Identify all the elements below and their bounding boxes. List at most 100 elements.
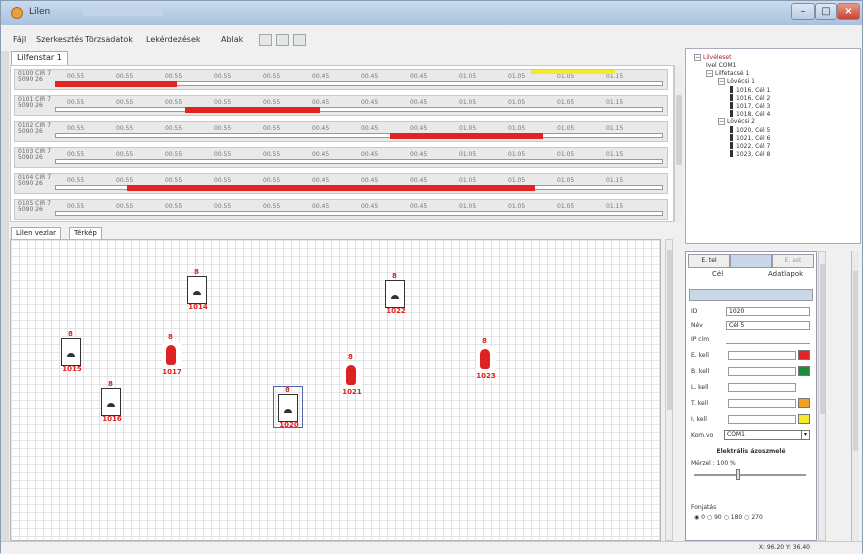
timeline-row[interactable]: 0104 CIR 7 5090 26 00.55 00.55 00.55 00.55 00… [14, 173, 668, 194]
menu-master-data[interactable]: Törzsadatok [85, 35, 133, 44]
marker-indicator-icon: 8 [168, 333, 173, 341]
properties-scrollbar[interactable] [818, 251, 826, 541]
maximize-button[interactable]: □ [815, 3, 837, 20]
subtab-target[interactable]: Cél [712, 270, 723, 278]
slider-knob[interactable] [736, 469, 740, 480]
tree-node[interactable]: − Lilfetacsé 1 [706, 70, 749, 77]
timeline-event-bar[interactable] [390, 133, 543, 139]
menu-file[interactable]: Fájl [13, 35, 26, 44]
timeline-tick-label: 00.55 [214, 73, 232, 80]
scroll-thumb[interactable] [820, 264, 825, 414]
t-kell-field[interactable] [728, 399, 796, 408]
name-field[interactable]: Cél 5 [726, 321, 810, 330]
color-swatch-red[interactable] [798, 350, 810, 360]
color-swatch-green[interactable] [798, 366, 810, 376]
tab-e-tel[interactable]: E. tel [688, 254, 730, 268]
target-marker[interactable]: 8 1014 [187, 268, 208, 311]
tree-node[interactable]: 1022, Cél 7 [730, 142, 770, 150]
target-marker[interactable]: 8 1017 [162, 333, 182, 376]
expand-toggle-icon[interactable]: − [706, 70, 713, 77]
target-marker[interactable]: 8 1016 [101, 380, 122, 423]
timeline-tick-label: 00.55 [116, 203, 134, 210]
i-kell-field[interactable] [728, 415, 796, 424]
e-kell-field[interactable] [728, 351, 796, 360]
tree-node[interactable]: − Lövécsi 2 [718, 118, 755, 125]
port-select[interactable]: COM1 ▾ [724, 430, 810, 440]
lying-target-icon [193, 291, 201, 295]
timeline-tick-label: 00.55 [214, 99, 232, 106]
timeline-tick-label: 01.15 [606, 203, 624, 210]
ip-field[interactable] [726, 335, 810, 344]
map-scrollbar[interactable] [665, 239, 673, 541]
timeline-row[interactable]: 0105 CIR 7 5090 26 00.55 00.55 00.55 00.55 00… [14, 199, 668, 220]
scroll-thumb[interactable] [676, 95, 682, 165]
expand-toggle-icon[interactable]: − [718, 118, 725, 125]
tree-node[interactable]: 1017, Cél 3 [730, 102, 770, 110]
toolbar-icon-1[interactable] [259, 34, 272, 46]
timeline-scrollbar[interactable] [674, 65, 682, 222]
tree-node[interactable]: − Lövécsi 1 [718, 78, 755, 85]
timeline-tick-label: 00.55 [165, 125, 183, 132]
left-edge-panel [1, 51, 9, 541]
tree-node[interactable]: 1016, Cél 2 [730, 94, 770, 102]
color-swatch-orange[interactable] [798, 398, 810, 408]
tree-node[interactable]: 1020, Cél 5 [730, 126, 770, 134]
label-i-kell: I. kell [691, 416, 707, 423]
timeline-row[interactable]: 0102 CIR 7 5090 26 00.55 00.55 00.55 00.55 00… [14, 121, 668, 142]
tab-list[interactable]: Lilen vezlar [11, 227, 61, 239]
timeline-row[interactable]: 0103 CIR 7 5090 26 00.55 00.55 00.55 00.55 00… [14, 147, 668, 168]
radio-270[interactable]: ○ 270 [744, 514, 763, 521]
tab-map[interactable]: Térkép [69, 227, 102, 239]
timeline-tick-label: 00.45 [410, 203, 428, 210]
id-field[interactable]: 1020 [726, 307, 810, 316]
menu-edit[interactable]: Szerkesztés [36, 35, 83, 44]
tree-node[interactable]: 1016, Cél 1 [730, 86, 770, 94]
target-pin-icon [730, 126, 733, 133]
label-name: Név [691, 322, 703, 329]
color-swatch-yellow[interactable] [798, 414, 810, 424]
timeline-event-bar[interactable] [55, 81, 177, 87]
timeline-tick-label: 01.05 [508, 99, 526, 106]
target-marker[interactable]: 8 1023 [476, 337, 496, 380]
timeline-tick-label: 00.55 [165, 73, 183, 80]
minimize-button[interactable]: – [791, 3, 815, 20]
target-marker[interactable]: 8 1015 [61, 330, 82, 373]
timeline-tick-label: 00.55 [67, 177, 85, 184]
timeline-row[interactable]: 0101 CIR 7 5090 26 00.55 00.55 00.55 00.55 00… [14, 95, 668, 116]
map-canvas[interactable]: 8 1014 8 1022 8 1015 8 1017 8 1021 8 1023 8 1016 8 1020 [10, 239, 661, 541]
radio-90[interactable]: ○ 90 [707, 514, 722, 521]
tab-timeline[interactable]: Lilfenstar 1 [11, 51, 68, 65]
scroll-thumb[interactable] [853, 271, 858, 451]
l-kell-field[interactable] [728, 383, 796, 392]
expand-toggle-icon[interactable]: − [694, 54, 701, 61]
tree-node[interactable]: − Lilvéleset [694, 54, 731, 61]
sensitivity-slider[interactable] [694, 469, 806, 480]
radio-180[interactable]: ○ 180 [724, 514, 743, 521]
timeline-event-bar[interactable] [185, 107, 320, 113]
menu-window[interactable]: Ablak [221, 35, 243, 44]
tree-node[interactable]: 1018, Cél 4 [730, 110, 770, 118]
close-button[interactable]: × [837, 3, 860, 20]
tab-e-ast[interactable]: E. ast [772, 254, 814, 268]
tree-node[interactable]: 1023, Cél 8 [730, 150, 770, 158]
b-kell-field[interactable] [728, 367, 796, 376]
timeline-tick-label: 01.05 [459, 203, 477, 210]
radio-0[interactable]: ◉ 0 [694, 514, 705, 521]
toolbar-icon-3[interactable] [293, 34, 306, 46]
menu-queries[interactable]: Lekérdezések [146, 35, 201, 44]
scroll-thumb[interactable] [667, 250, 672, 410]
target-marker[interactable]: 8 1022 [385, 272, 406, 315]
tab-active[interactable] [730, 254, 772, 268]
timeline-tick-label: 01.05 [459, 177, 477, 184]
target-marker[interactable]: 8 1021 [342, 353, 362, 396]
toolbar-icon-2[interactable] [276, 34, 289, 46]
tree-node[interactable]: 1021, Cél 6 [730, 134, 770, 142]
target-pin-icon [730, 134, 733, 141]
right-scrollbar[interactable] [851, 251, 859, 541]
tree-node[interactable]: Ivel COM1 [706, 62, 737, 69]
timeline-row[interactable]: 0100 CIR 7 5090 26 00.55 00.55 00.55 00.55 00… [14, 69, 668, 90]
timeline-event-bar-overlay[interactable] [127, 185, 235, 191]
chevron-down-icon[interactable]: ▾ [801, 431, 809, 439]
expand-toggle-icon[interactable]: − [718, 78, 725, 85]
subtab-data-sheets[interactable]: Adatlapok [768, 270, 803, 278]
